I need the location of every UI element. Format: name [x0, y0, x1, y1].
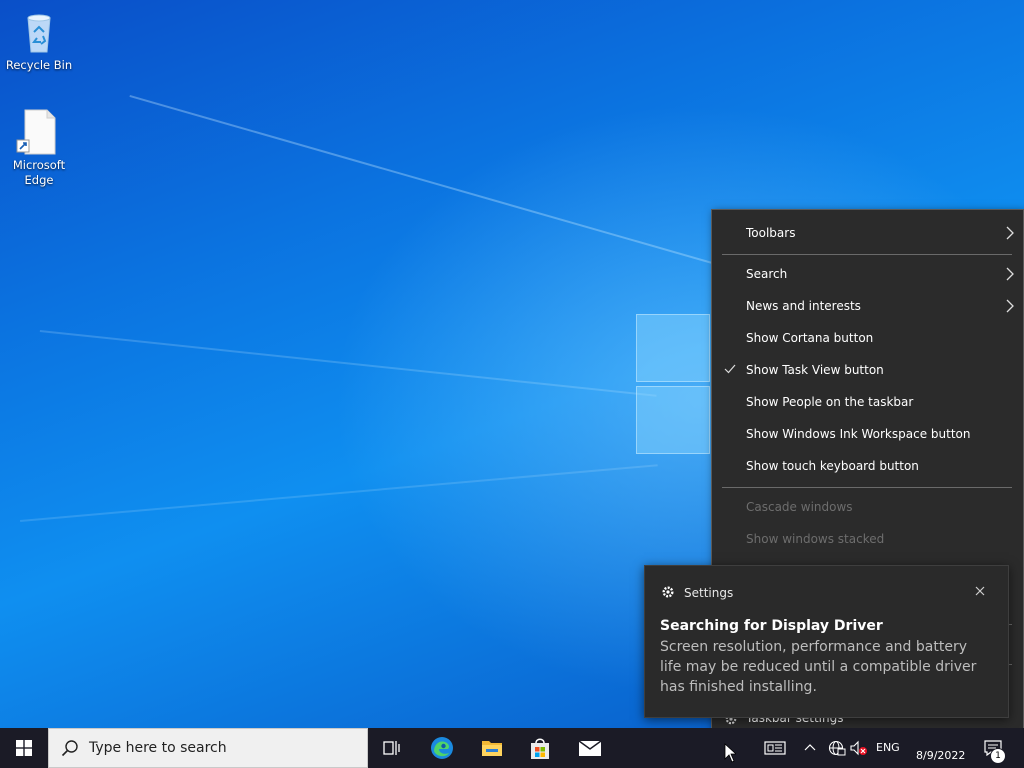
chevron-up-icon	[804, 744, 816, 751]
menu-item-label: Show windows stacked	[746, 532, 885, 546]
menu-item-news-and-interests[interactable]: News and interests	[712, 293, 1023, 321]
input-language-indicator[interactable]: ENG	[876, 741, 900, 754]
menu-item-show-touch-keyboard[interactable]: Show touch keyboard button	[712, 453, 1023, 481]
show-hidden-icons-button[interactable]	[802, 728, 818, 768]
desktop-icon-microsoft-edge[interactable]: Microsoft Edge	[1, 108, 77, 188]
menu-item-label: Toolbars	[746, 226, 796, 240]
start-button[interactable]	[0, 728, 48, 768]
taskbar-app-store[interactable]	[516, 728, 564, 768]
menu-item-search[interactable]: Search	[712, 261, 1023, 289]
gear-icon	[662, 586, 674, 598]
menu-item-label: News and interests	[746, 299, 861, 313]
toast-app-name: Settings	[684, 586, 734, 600]
menu-item-label: Show Task View button	[746, 363, 884, 377]
volume-button[interactable]	[848, 728, 868, 768]
menu-separator	[722, 254, 1012, 255]
store-bag-icon	[531, 738, 549, 759]
network-globe-icon	[828, 740, 846, 756]
chevron-right-icon	[1006, 299, 1014, 313]
menu-item-show-task-view-button[interactable]: Show Task View button	[712, 357, 1023, 385]
menu-item-toolbars[interactable]: Toolbars	[712, 220, 1023, 248]
menu-item-show-cortana-button[interactable]: Show Cortana button	[712, 325, 1023, 353]
mouse-cursor-icon	[724, 743, 736, 763]
desktop-icon-label: Recycle Bin	[5, 58, 73, 72]
menu-item-show-windows-stacked: Show windows stacked	[712, 526, 1023, 554]
toast-title: Searching for Display Driver	[660, 618, 883, 634]
taskbar-app-mail[interactable]	[566, 728, 614, 768]
file-shortcut-icon	[15, 108, 63, 156]
desktop-icon-recycle-bin[interactable]: Recycle Bin	[1, 8, 77, 73]
notification-count-badge: 1	[990, 748, 1006, 764]
taskbar-app-edge[interactable]	[418, 728, 466, 768]
news-and-interests-button[interactable]	[758, 728, 792, 768]
toast-body: Screen resolution, performance and batte…	[660, 639, 977, 695]
taskbar-clock-date[interactable]: 8/9/2022	[916, 749, 965, 762]
menu-separator	[722, 487, 1012, 488]
menu-item-cascade-windows: Cascade windows	[712, 494, 1023, 522]
mail-icon	[578, 740, 602, 756]
menu-item-label: Show Cortana button	[746, 331, 874, 345]
desktop-icon-label: Microsoft Edge	[12, 158, 66, 187]
menu-item-show-people[interactable]: Show People on the taskbar	[712, 389, 1023, 417]
edge-icon	[431, 737, 453, 759]
volume-muted-icon	[850, 740, 867, 756]
menu-item-label: Cascade windows	[746, 500, 853, 514]
menu-item-label: Show People on the taskbar	[746, 395, 914, 409]
task-view-button[interactable]	[368, 728, 416, 768]
chevron-right-icon	[1006, 226, 1014, 240]
network-status-button[interactable]	[826, 728, 846, 768]
folder-icon	[482, 741, 502, 756]
close-icon[interactable]	[973, 584, 987, 598]
news-icon	[764, 741, 786, 755]
recycle-bin-icon	[15, 8, 63, 56]
menu-item-show-windows-ink[interactable]: Show Windows Ink Workspace button	[712, 421, 1023, 449]
taskbar-app-file-explorer[interactable]	[468, 728, 516, 768]
task-view-icon	[383, 741, 400, 755]
chevron-right-icon	[1006, 267, 1014, 281]
menu-item-label: Show Windows Ink Workspace button	[746, 427, 971, 441]
notification-toast[interactable]: Settings Searching for Display Driver Sc…	[644, 565, 1009, 718]
search-placeholder: Type here to search	[89, 740, 227, 756]
taskbar-search-box[interactable]: Type here to search	[48, 728, 368, 768]
checkmark-icon	[724, 364, 736, 374]
windows-logo-icon	[16, 740, 32, 756]
menu-item-label: Search	[746, 267, 788, 281]
menu-item-label: Show touch keyboard button	[746, 459, 919, 473]
search-icon	[61, 740, 78, 757]
